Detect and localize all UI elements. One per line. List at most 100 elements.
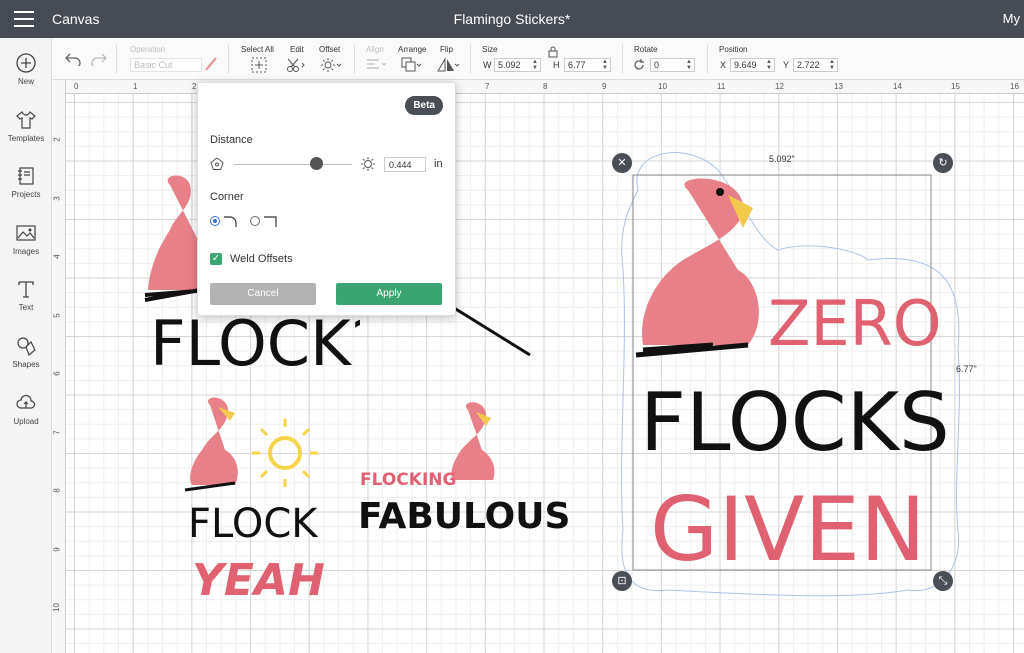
rotate-value: 0 (654, 60, 660, 70)
rotate-handle-icon[interactable]: ↻ (933, 153, 953, 173)
ruler-number: 2 (192, 82, 197, 91)
sticker-flock-yeah[interactable]: FLOCK YEAH! (180, 395, 325, 610)
sticker-text: FABULOUS (358, 496, 570, 535)
lock-proportions-icon[interactable]: ⊡ (612, 571, 632, 591)
image-icon (16, 225, 36, 241)
sidebar-item-templates[interactable]: Templates (0, 109, 52, 143)
ruler-number: 13 (834, 82, 843, 91)
plus-circle-icon (16, 53, 36, 73)
distance-heading: Distance (210, 134, 253, 146)
sticker-zero-flocks-given[interactable]: ZERO FLOCKS GIVEN (608, 150, 968, 600)
sidebar-item-shapes[interactable]: Shapes (0, 335, 52, 369)
ruler-number: 14 (893, 82, 902, 91)
select-all-icon[interactable] (251, 57, 267, 73)
stepper-icon[interactable]: ▲ ▼ (602, 59, 608, 71)
flip-label: Flip (440, 45, 453, 54)
shirt-icon (16, 111, 36, 129)
ruler-number: 8 (543, 82, 548, 91)
position-y-input[interactable]: 2.722 ▲ ▼ (793, 58, 838, 72)
cancel-button[interactable]: Cancel (210, 283, 316, 305)
position-y-value: 2.722 (797, 60, 820, 70)
lock-icon[interactable] (548, 46, 558, 58)
stepper-icon[interactable]: ▲ ▼ (532, 59, 538, 71)
height-value: 6.77 (568, 60, 586, 70)
flamingo-body (190, 397, 238, 485)
selection-width-label: 5.092" (769, 154, 795, 164)
apply-button[interactable]: Apply (336, 283, 442, 305)
flamingo-legs (635, 342, 749, 358)
stepper-icon[interactable]: ▲ ▼ (766, 59, 772, 71)
selection-height-label: 6.77" (956, 364, 977, 374)
sidebar-item-upload[interactable]: Upload (0, 392, 52, 426)
arrange-icon[interactable] (401, 57, 423, 73)
operation-select[interactable]: Basic Cut (130, 58, 202, 72)
sidebar-item-text[interactable]: Text (0, 278, 52, 312)
position-label: Position (719, 45, 748, 54)
height-input[interactable]: 6.77 ▲ ▼ (564, 58, 611, 72)
delete-selection-icon[interactable]: ✕ (612, 153, 632, 173)
distance-slider-track[interactable] (234, 164, 352, 165)
distance-unit: in (434, 158, 443, 170)
offset-panel: Beta Distance 0.444 in Corner ✓ Weld Off… (197, 82, 456, 316)
ruler-number: 11 (717, 82, 726, 91)
rotate-icon (634, 59, 644, 70)
sidebar-item-label: Text (18, 303, 34, 312)
toolbar-divider (116, 44, 117, 74)
ruler-number: 10 (658, 82, 667, 91)
flip-icon[interactable] (436, 57, 460, 73)
toolbar-divider (470, 44, 471, 74)
offset-sun-icon[interactable] (320, 57, 342, 73)
pen-color-icon[interactable] (204, 56, 218, 72)
edit-label: Edit (290, 45, 304, 54)
text-t-icon (18, 281, 34, 298)
notebook-icon (18, 167, 34, 185)
ruler-number: 16 (1010, 82, 1019, 91)
position-x-value: 9.649 (734, 60, 757, 70)
offset-large-icon (361, 157, 375, 171)
sun-icon (268, 436, 302, 470)
ruler-number: 0 (74, 82, 79, 91)
sidebar-item-images[interactable]: Images (0, 222, 52, 256)
width-axis-label: W (483, 60, 492, 70)
width-value: 5.092 (498, 60, 521, 70)
ruler-number: 7 (52, 430, 62, 435)
ruler-number: 9 (602, 82, 607, 91)
align-icon[interactable] (366, 58, 388, 72)
resize-handle-icon[interactable]: ⤡ (933, 571, 953, 591)
ruler-number: 7 (485, 82, 490, 91)
weld-offsets-checkbox[interactable]: ✓ (210, 253, 222, 265)
distance-input[interactable]: 0.444 (384, 157, 426, 172)
redo-icon[interactable] (90, 52, 108, 66)
weld-offsets-label: Weld Offsets (230, 253, 293, 265)
edit-scissors-icon[interactable] (286, 57, 306, 73)
width-input[interactable]: 5.092 ▲ ▼ (494, 58, 541, 72)
stepper-icon[interactable]: ▲ ▼ (829, 59, 835, 71)
position-x-input[interactable]: 9.649 ▲ ▼ (730, 58, 775, 72)
ruler-number: 6 (52, 371, 62, 376)
toolbar-divider (707, 44, 708, 74)
stepper-icon[interactable]: ▲ ▼ (686, 59, 692, 71)
sidebar-item-projects[interactable]: Projects (0, 165, 52, 199)
operation-label: Operation (130, 45, 166, 54)
sidebar-item-new[interactable]: New (0, 52, 52, 86)
offset-label: Offset (319, 45, 341, 54)
rotate-input[interactable]: 0 ▲ ▼ (650, 58, 695, 72)
sidebar-item-label: Templates (7, 134, 45, 143)
ruler-number: 5 (52, 313, 62, 318)
x-axis-label: X (720, 60, 727, 70)
sticker-text: GIVEN (650, 478, 926, 581)
undo-icon[interactable] (64, 52, 82, 66)
ruler-number: 3 (52, 196, 62, 201)
account-menu[interactable]: My (1003, 11, 1020, 26)
sticker-flocking-fabulous[interactable]: FLOCKING FABULOUS (358, 400, 570, 535)
corner-square-radio[interactable] (250, 216, 260, 226)
corner-rounded-radio[interactable] (210, 216, 220, 226)
edit-toolbar: Operation Basic Cut Select All Edit Offs… (52, 38, 1024, 80)
sidebar-item-label: Upload (13, 417, 39, 426)
corner-heading: Corner (210, 191, 244, 203)
top-bar: Canvas Flamingo Stickers* My (0, 0, 1024, 38)
sticker-text: ZERO (768, 287, 942, 360)
left-sidebar: New Templates Projects Images Text Shape… (0, 38, 52, 653)
distance-slider-handle[interactable] (310, 157, 323, 170)
toolbar-divider (354, 44, 355, 74)
